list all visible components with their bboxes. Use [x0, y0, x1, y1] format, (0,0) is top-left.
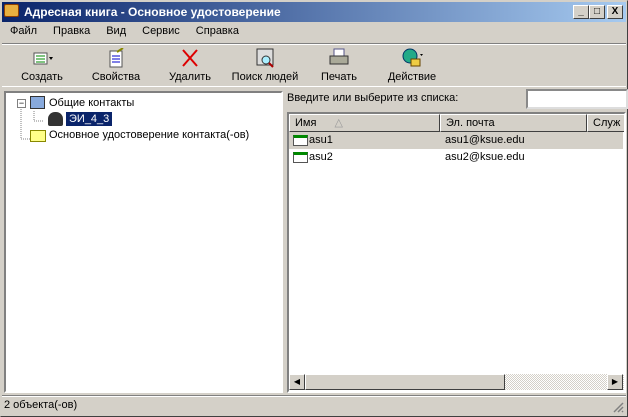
scroll-left-button[interactable]: ◀ — [289, 374, 305, 390]
print-icon — [329, 48, 349, 65]
address-book-icon — [4, 4, 19, 17]
menu-view[interactable]: Вид — [98, 23, 134, 41]
find-people-icon — [256, 48, 274, 68]
table-row[interactable]: asu1 asu1@ksue.edu — [289, 132, 623, 149]
window-title: Адресная книга - Основное удостоверение — [24, 5, 281, 19]
scroll-thumb[interactable] — [305, 374, 505, 390]
close-button[interactable]: X — [607, 5, 623, 19]
table-row[interactable]: asu2 asu2@ksue.edu — [289, 149, 623, 166]
properties-button[interactable]: Свойства — [86, 48, 146, 86]
action-button[interactable]: Действие — [386, 48, 438, 86]
menu-edit[interactable]: Правка — [45, 23, 98, 41]
print-button[interactable]: Печать — [316, 48, 362, 86]
delete-button[interactable]: Удалить — [162, 48, 218, 86]
maximize-button[interactable]: □ — [589, 5, 605, 19]
contact-card-icon — [293, 135, 308, 146]
folder-tree: − Общие контакты ЭИ_4_3 Основное удостов… — [4, 91, 283, 393]
properties-icon — [109, 48, 124, 68]
column-header-business[interactable]: Служ — [587, 114, 624, 132]
new-contact-icon — [33, 52, 53, 65]
toolbar: Создать Свойства Удалить Поиск людей Печ… — [2, 43, 626, 87]
scroll-right-button[interactable]: ▶ — [607, 374, 623, 390]
search-input[interactable] — [526, 89, 628, 109]
action-icon — [402, 48, 423, 67]
find-people-button[interactable]: Поиск людей — [228, 48, 302, 86]
contact-list: Имя △ Эл. почта Служ asu1 asu1@ksue.edu a… — [287, 112, 626, 393]
tree-item-group[interactable]: ЭИ_4_3 — [64, 111, 114, 127]
address-book-folder-icon — [30, 96, 45, 109]
menu-help[interactable]: Справка — [188, 23, 247, 41]
title-bar: Адресная книга - Основное удостоверение — [2, 2, 626, 22]
tree-item-shared-contacts[interactable]: Общие контакты — [49, 97, 134, 109]
status-bar: 2 объекта(-ов) — [2, 395, 626, 414]
column-header-name[interactable]: Имя △ — [289, 114, 440, 132]
tree-item-identity[interactable]: Основное удостоверение контакта(-ов) — [49, 129, 249, 141]
status-text: 2 объекта(-ов) — [4, 399, 78, 411]
minimize-button[interactable]: _ — [573, 5, 589, 19]
contact-card-icon — [293, 152, 308, 163]
resize-grip-icon[interactable] — [612, 401, 624, 413]
search-label: Введите или выберите из списка: — [287, 92, 459, 104]
folder-icon — [30, 130, 46, 142]
menu-bar: Файл Правка Вид Сервис Справка — [2, 23, 247, 41]
delete-icon — [182, 49, 198, 67]
menu-tools[interactable]: Сервис — [134, 23, 188, 41]
column-header-email[interactable]: Эл. почта — [440, 114, 587, 132]
sort-ascending-icon: △ — [334, 117, 343, 129]
horizontal-scrollbar[interactable]: ◀ ▶ — [289, 374, 624, 390]
new-button[interactable]: Создать — [16, 48, 68, 86]
collapse-toggle[interactable]: − — [17, 99, 26, 108]
group-icon — [48, 112, 63, 126]
menu-file[interactable]: Файл — [2, 23, 45, 41]
